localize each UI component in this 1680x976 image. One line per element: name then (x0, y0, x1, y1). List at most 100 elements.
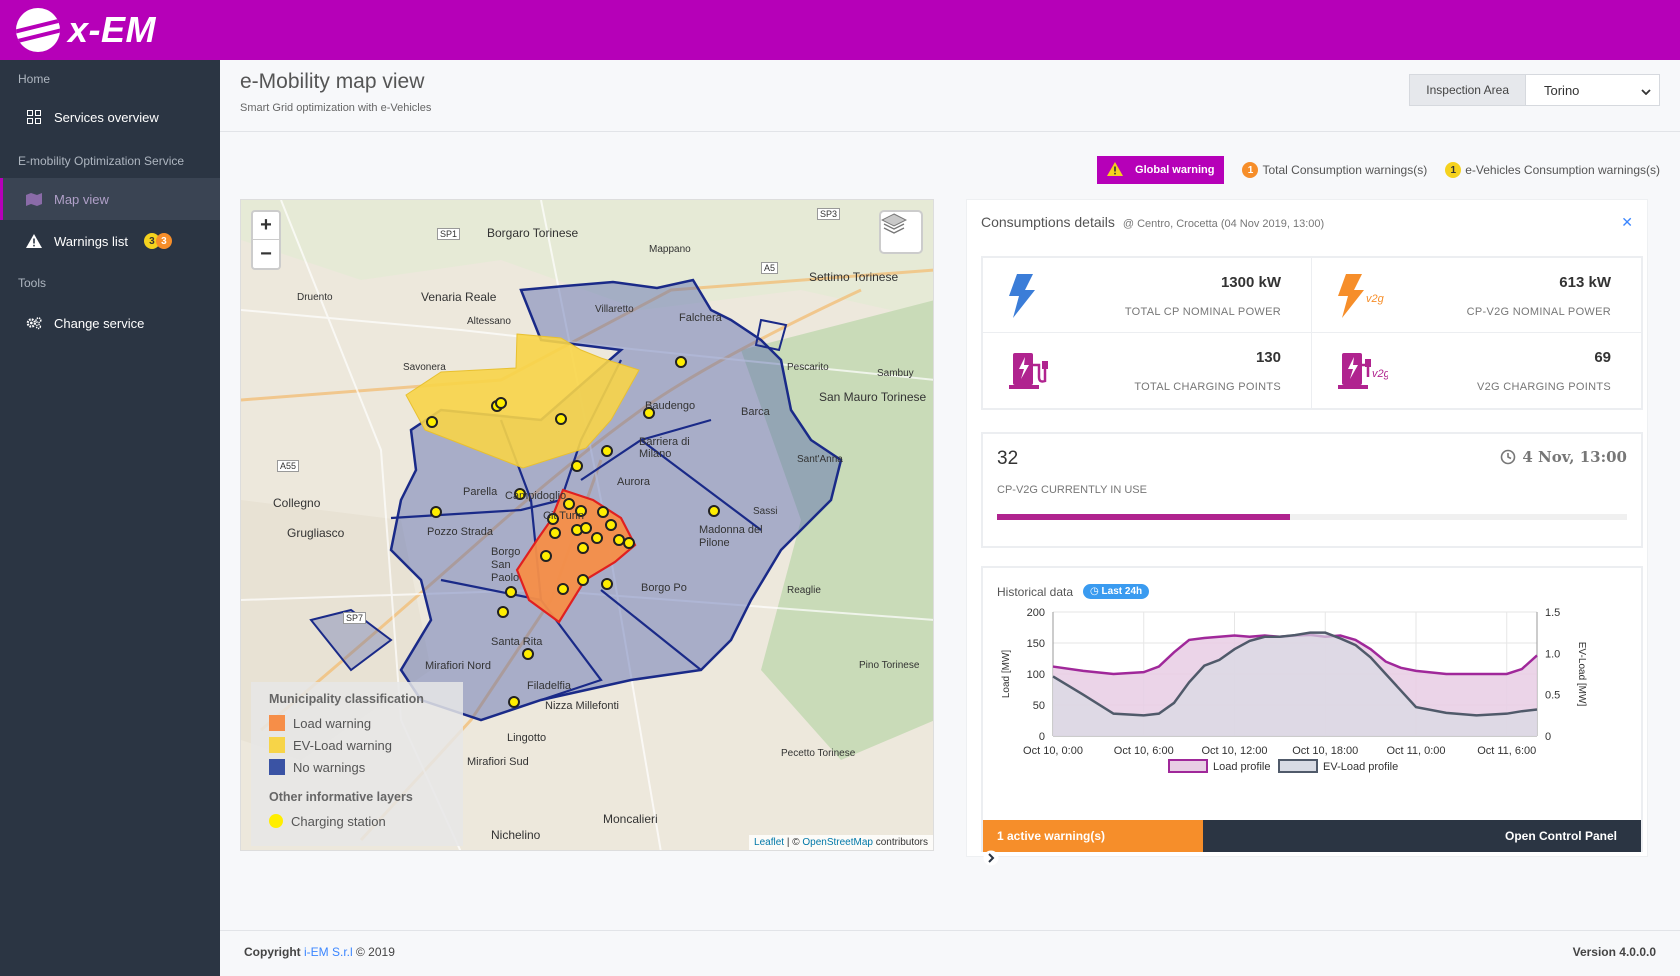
open-control-panel-label: Open Control Panel (1504, 829, 1617, 843)
legend-other-title: Other informative layers (269, 790, 413, 804)
kpi-label: V2G CHARGING POINTS (1476, 381, 1611, 393)
legend-label: EV-Load profile (1323, 761, 1398, 773)
legend-swatch (269, 715, 285, 731)
road-shield: A5 (761, 262, 779, 274)
company-link[interactable]: i-EM S.r.l (304, 945, 353, 959)
map-label: Barriera di Milano (639, 436, 690, 460)
inspection-area: Inspection Area Torino (1409, 74, 1660, 106)
total-consumption-warnings[interactable]: 1 Total Consumption warnings(s) (1242, 162, 1427, 178)
top-bar: x-EM (0, 0, 1680, 60)
y-tick-label: 150 (1027, 638, 1045, 650)
x-tick-label: Oct 10, 12:00 (1201, 745, 1267, 757)
map-icon (26, 191, 42, 207)
ev-consumption-warnings[interactable]: 1 e-Vehicles Consumption warnings(s) (1445, 162, 1660, 178)
legend-item: Load warning (269, 712, 445, 734)
kpi-cp-v2g-power: v2g 613 kW CP-V2G NOMINAL POWER (1312, 258, 1641, 333)
map-label: Savonera (403, 362, 446, 373)
kpi-value: 613 kW (1559, 274, 1611, 291)
sidebar-item-warnings-list[interactable]: Warnings list 3 3 (0, 220, 220, 262)
kpi-total-charging-points: 130 TOTAL CHARGING POINTS (983, 333, 1312, 408)
panel-header: Consumptions details @ Centro, Crocetta … (981, 214, 1324, 230)
historical-title-text: Historical data (997, 584, 1074, 599)
legend-swatch (269, 737, 285, 753)
sidebar-section-tools: Tools (18, 276, 47, 290)
panel-bottom-bar: 1 active warning(s) Open Control Panel (983, 820, 1641, 866)
kpi-label: TOTAL CHARGING POINTS (1134, 381, 1281, 393)
inspection-area-select[interactable]: Torino (1526, 74, 1660, 106)
zoom-out-button[interactable]: − (253, 240, 279, 268)
map-label: Santa Rita (491, 636, 543, 648)
page-header: e-Mobility map view Smart Grid optimizat… (220, 60, 1680, 132)
kpi-label: CP-V2G NOMINAL POWER (1466, 306, 1611, 318)
map-label: Venaria Reale (421, 290, 497, 304)
footer: Copyright i-EM S.r.l © 2019 Version 4.0.… (220, 930, 1680, 970)
x-tick-label: Oct 10, 6:00 (1114, 745, 1174, 757)
global-warning-label: Global warning (1135, 164, 1215, 176)
zoom-in-button[interactable]: + (253, 212, 279, 240)
total-warnings-count: 1 (1242, 162, 1259, 178)
sidebar-section-home: Home (18, 72, 51, 86)
legend-item: Charging station (269, 810, 445, 832)
copyright-prefix: Copyright (244, 945, 304, 959)
attribution-suffix: contributors (872, 837, 928, 848)
logo-icon (16, 8, 60, 52)
app-logo[interactable]: x-EM (16, 8, 156, 52)
historical-chart: 0 50 100 150 200 0 0.5 1.0 1.5 Oct 10, 0:00 Oct 10… (1001, 607, 1587, 773)
map-label: Borgo Po (641, 582, 687, 594)
in-use-progress (997, 514, 1627, 520)
map-label: Sassi (753, 506, 778, 517)
osm-link[interactable]: OpenStreetMap (802, 837, 873, 848)
map-label: Grugliasco (287, 526, 345, 540)
road-shield: SP3 (817, 208, 841, 220)
map-attribution: Leaflet | © OpenStreetMap contributors (749, 835, 933, 850)
y-tick-label: 0 (1039, 731, 1045, 743)
app-name: x-EM (68, 9, 157, 50)
sidebar-item-map-view[interactable]: Map view (0, 178, 220, 220)
map-label: Cit Turin (543, 510, 584, 522)
map-label: Filadelfia (527, 680, 572, 692)
legend-label: EV-Load warning (293, 737, 393, 753)
warnings-row: Global warning 1 Total Consumption warni… (1097, 156, 1660, 184)
map-label: Madonna del Pilone (699, 524, 763, 549)
charger-icon (1009, 353, 1048, 389)
y-axis-label: Load [MW] (1001, 650, 1012, 699)
sidebar-item-label: Change service (54, 315, 145, 331)
x-tick-label: Oct 10, 18:00 (1292, 745, 1358, 757)
road-shield: SP7 (343, 612, 367, 624)
pill-label: Last 24h (1101, 586, 1143, 597)
global-warning-button[interactable]: Global warning (1097, 156, 1225, 184)
map-label: Campidoglio (505, 490, 567, 502)
map-label: Altessano (467, 316, 511, 327)
map-label: Pescarito (787, 362, 829, 373)
active-warnings-button[interactable]: 1 active warning(s) (983, 820, 1203, 852)
x-tick-label: Oct 10, 0:00 (1023, 745, 1083, 757)
map-label: Collegno (273, 496, 321, 510)
close-icon[interactable]: ✕ (1621, 214, 1633, 231)
legend-swatch (1278, 759, 1318, 773)
map-label: Settimo Torinese (809, 270, 899, 284)
map-label: Mirafiori Nord (425, 660, 492, 672)
warning-icon (26, 233, 42, 249)
copyright-suffix: © 2019 (352, 945, 395, 959)
sidebar-section-emobility: E-mobility Optimization Service (18, 154, 185, 168)
last-24h-pill[interactable]: ◷ Last 24h (1083, 584, 1150, 599)
map[interactable]: Borgaro Torinese Mappano Settimo Torines… (240, 199, 934, 851)
clock-icon (1501, 449, 1516, 465)
kpi-grid: 1300 kW TOTAL CP NOMINAL POWER v2g 613 k… (981, 256, 1643, 410)
legend-swatch (269, 814, 283, 828)
sidebar-item-services-overview[interactable]: Services overview (0, 96, 220, 138)
map-label: Sant'Anna (797, 454, 843, 465)
panel-context: @ Centro, Crocetta (04 Nov 2019, 13:00) (1122, 218, 1325, 230)
sidebar-item-change-service[interactable]: Change service (0, 302, 220, 344)
cogs-icon (26, 315, 42, 331)
page-subtitle: Smart Grid optimization with e-Vehicles (240, 102, 432, 114)
leaflet-link[interactable]: Leaflet (754, 837, 784, 848)
map-label: Villaretto (595, 304, 634, 315)
layers-button[interactable] (879, 210, 923, 254)
open-control-panel-button[interactable]: Open Control Panel (983, 820, 1641, 866)
ev-warnings-count: 1 (1445, 162, 1462, 178)
sidebar-item-label: Services overview (54, 109, 159, 125)
zoom-control: + − (251, 210, 281, 270)
map-label: Aurora (617, 476, 651, 488)
consumption-details-panel: Consumptions details @ Centro, Crocetta … (966, 199, 1648, 866)
